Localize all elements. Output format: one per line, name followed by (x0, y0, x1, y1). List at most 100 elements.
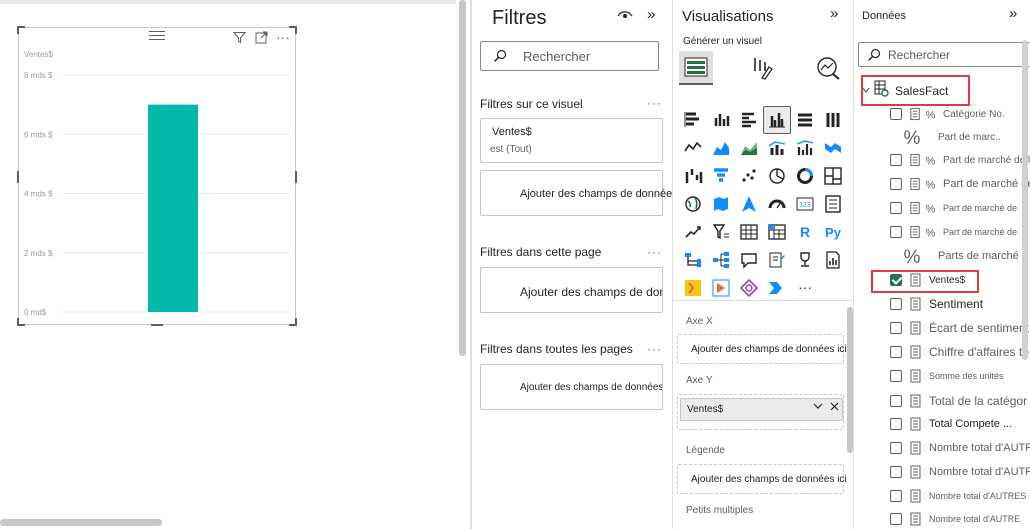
key-influencers-icon[interactable] (679, 246, 707, 274)
canvas-horizontal-scrollbar[interactable] (0, 519, 162, 526)
field-row[interactable]: Chiffre d'affaires to (890, 341, 1029, 363)
field-row[interactable]: Nombre total d'AUTR (890, 461, 1030, 483)
add-all-pages-filter-well[interactable]: Ajouter des champs de données ici (480, 364, 663, 410)
kpi-icon[interactable] (679, 218, 707, 246)
more-visuals-icon[interactable]: ··· (791, 274, 819, 302)
data-scrollbar[interactable] (1022, 40, 1028, 360)
treemap-icon[interactable] (819, 162, 847, 190)
eye-icon[interactable] (617, 8, 633, 24)
line-and-clustered-column-icon[interactable] (791, 134, 819, 162)
add-page-filter-well[interactable]: Ajouter des champs de données ici (480, 267, 663, 313)
power-automate-icon[interactable] (679, 274, 707, 302)
field-checkbox[interactable] (890, 154, 902, 166)
paginated-report-icon[interactable] (819, 246, 847, 274)
power-apps-icon[interactable] (707, 274, 735, 302)
filters-visual-more-icon[interactable]: ··· (647, 96, 662, 110)
field-row[interactable]: % Part de marché de (890, 221, 1017, 243)
collapse-data-icon[interactable]: » (1009, 5, 1017, 22)
field-checkbox[interactable] (890, 490, 902, 502)
collapse-visualizations-icon[interactable]: » (830, 5, 838, 22)
line-chart-icon[interactable] (679, 134, 707, 162)
clustered-bar-chart-icon[interactable] (735, 106, 763, 134)
field-checkbox[interactable] (890, 322, 902, 334)
analytics-tab[interactable] (811, 51, 845, 85)
decomposition-tree-icon[interactable] (707, 246, 735, 274)
python-visual-icon[interactable]: Py (819, 218, 847, 246)
chevron-down-icon[interactable] (813, 401, 823, 414)
legend-drop-well[interactable]: Ajouter des champs de données ici (677, 464, 847, 494)
report-canvas[interactable]: ··· Ventes$ 0 md$ 2 mds $4 mds $6 mds $8 m… (0, 0, 470, 529)
field-checkbox[interactable] (890, 298, 902, 310)
field-checkbox[interactable] (890, 466, 902, 478)
qa-icon[interactable] (735, 246, 763, 274)
x-axis-drop-well[interactable]: Ajouter des champs de données ici (677, 334, 847, 364)
y-axis-field-pill[interactable]: Ventes$ (680, 398, 843, 421)
filters-page-more-icon[interactable]: ··· (647, 245, 662, 259)
field-checkbox[interactable] (890, 418, 902, 430)
line-and-stacked-column-icon[interactable] (763, 134, 791, 162)
shape-map-icon[interactable] (735, 274, 763, 302)
metrics-icon[interactable] (791, 246, 819, 274)
stacked-bar-chart-icon[interactable] (679, 106, 707, 134)
build-visual-tab[interactable] (679, 51, 713, 85)
azure-map-icon[interactable] (735, 190, 763, 218)
funnel-chart-icon[interactable] (707, 162, 735, 190)
add-visual-filter-well[interactable]: Ajouter des champs de données ici (480, 170, 691, 216)
field-row[interactable]: % Part de marché de (890, 197, 1017, 219)
field-row[interactable]: Nombre total d'AUTRE (890, 508, 1020, 529)
field-checkbox[interactable] (890, 202, 902, 214)
slicer-icon[interactable] (707, 218, 735, 246)
field-checkbox[interactable] (890, 178, 902, 190)
pie-chart-icon[interactable] (763, 162, 791, 190)
field-checkbox[interactable] (890, 370, 902, 382)
field-checkbox[interactable] (890, 346, 902, 358)
field-row[interactable]: Nombre total d'AUTRES (890, 485, 1026, 507)
card-icon[interactable]: 123 (791, 190, 819, 218)
filled-map-icon[interactable] (707, 190, 735, 218)
field-row[interactable]: % Part de marché de (890, 173, 1030, 195)
field-row[interactable]: % Parts de marché (892, 245, 1019, 267)
table-icon[interactable] (735, 218, 763, 246)
field-row[interactable]: % Part de marc.. (892, 126, 1001, 148)
map-icon[interactable] (679, 190, 707, 218)
100-stacked-bar-icon[interactable] (791, 106, 819, 134)
field-row[interactable]: Nombre total d'AUTR (890, 437, 1030, 459)
field-row[interactable]: % Catégorie No. (890, 103, 1005, 125)
filters-search-input[interactable]: Rechercher (480, 41, 659, 71)
filter-card-ventes[interactable]: Ventes$ est (Tout) (480, 118, 663, 163)
r-script-visual-icon[interactable]: R (791, 218, 819, 246)
ribbon-chart-icon[interactable] (819, 134, 847, 162)
field-row[interactable]: Somme des unités (890, 365, 1004, 387)
field-checkbox[interactable] (890, 442, 902, 454)
waterfall-chart-icon[interactable] (679, 162, 707, 190)
format-visual-tab[interactable] (745, 51, 779, 85)
scatter-chart-icon[interactable] (735, 162, 763, 190)
measure-icon (909, 441, 923, 455)
stacked-area-chart-icon[interactable] (735, 134, 763, 162)
clustered-column-chart-icon[interactable] (763, 106, 791, 134)
field-checkbox[interactable] (890, 395, 902, 407)
gauge-icon[interactable] (763, 190, 791, 218)
canvas-vertical-scrollbar[interactable] (459, 0, 466, 356)
field-checkbox[interactable] (890, 226, 902, 238)
remove-field-icon[interactable] (830, 402, 839, 414)
field-row[interactable]: Écart de sentiment (890, 317, 1029, 339)
collapse-filters-icon[interactable]: » (647, 6, 655, 23)
filters-all-more-icon[interactable]: ··· (647, 342, 662, 356)
multi-row-card-icon[interactable] (819, 190, 847, 218)
area-chart-icon[interactable] (707, 134, 735, 162)
field-checkbox[interactable] (890, 108, 902, 120)
stacked-column-chart-icon[interactable] (707, 106, 735, 134)
data-search-input[interactable]: Rechercher (858, 42, 1030, 67)
field-row[interactable]: % Part de marché de l'u (890, 149, 1030, 171)
matrix-icon[interactable] (763, 218, 791, 246)
column-chart-visual[interactable]: ··· Ventes$ 0 md$ 2 mds $4 mds $6 mds $8 m… (17, 26, 297, 326)
100-stacked-column-icon[interactable] (819, 106, 847, 134)
narrative-icon[interactable] (763, 246, 791, 274)
field-row[interactable]: Sentiment (890, 293, 983, 315)
field-row[interactable]: Total Compete ... (890, 413, 1012, 435)
power-automate-flow-icon[interactable] (763, 274, 791, 302)
donut-chart-icon[interactable] (791, 162, 819, 190)
field-checkbox[interactable] (890, 513, 902, 525)
field-row[interactable]: Total de la catégor (890, 390, 1027, 412)
